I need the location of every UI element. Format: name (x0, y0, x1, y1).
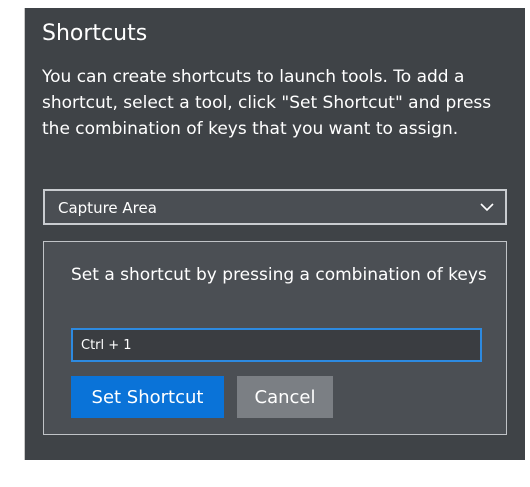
cancel-button[interactable]: Cancel (237, 376, 333, 418)
tool-select-value: Capture Area (58, 199, 157, 217)
tool-select-dropdown[interactable]: Capture Area (43, 189, 507, 225)
shortcut-keys-input[interactable] (71, 328, 482, 362)
panel-title: Shortcuts (42, 21, 148, 46)
shortcuts-panel: Shortcuts You can create shortcuts to la… (24, 8, 525, 460)
set-shortcut-button[interactable]: Set Shortcut (71, 376, 224, 418)
panel-description: You can create shortcuts to launch tools… (42, 67, 492, 139)
window-background: Shortcuts You can create shortcuts to la… (0, 0, 530, 487)
chevron-down-icon (479, 199, 495, 215)
shortcut-prompt: Set a shortcut by pressing a combination… (71, 265, 487, 285)
shortcut-capture-box: Set a shortcut by pressing a combination… (43, 241, 507, 435)
